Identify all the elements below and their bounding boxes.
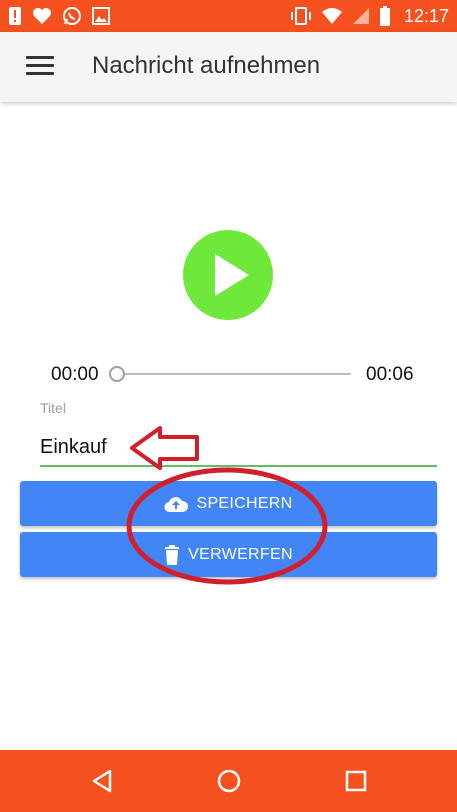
system-icons: 12:17: [290, 4, 449, 28]
title-label: Titel: [40, 400, 66, 416]
app-bar: Nachricht aufnehmen: [0, 32, 457, 102]
notification-icons: [8, 6, 110, 26]
back-icon[interactable]: [90, 768, 116, 794]
alert-icon: [8, 7, 22, 25]
title-underline: [40, 465, 437, 467]
whatsapp-icon: [62, 6, 82, 26]
discard-button[interactable]: VERWERFEN: [20, 532, 437, 577]
save-button[interactable]: SPEICHERN: [20, 481, 437, 526]
save-button-label: SPEICHERN: [196, 494, 293, 512]
seek-thumb[interactable]: [109, 366, 125, 382]
heart-icon: [32, 7, 52, 25]
status-bar: 12:17: [0, 0, 457, 32]
hamburger-menu-icon[interactable]: [26, 56, 54, 78]
home-icon[interactable]: [216, 768, 242, 794]
play-button[interactable]: [183, 230, 273, 320]
signal-icon: [352, 7, 370, 25]
annotation-overlay: [126, 426, 328, 585]
cloud-upload-icon: [164, 495, 189, 513]
page-title: Nachricht aufnehmen: [92, 52, 321, 79]
trash-icon: [164, 544, 180, 565]
vibrate-icon: [290, 6, 312, 26]
wifi-icon: [321, 7, 343, 25]
seek-bar[interactable]: [117, 373, 351, 375]
navigation-bar: [0, 750, 457, 812]
discard-button-label: VERWERFEN: [188, 545, 293, 563]
current-time: 00:00: [51, 364, 99, 385]
battery-icon: [379, 6, 391, 26]
duration-time: 00:06: [366, 364, 414, 385]
recents-icon[interactable]: [343, 768, 369, 794]
title-input[interactable]: [40, 430, 436, 464]
image-icon: [92, 7, 110, 25]
play-icon: [215, 254, 249, 296]
status-time: 12:17: [403, 5, 449, 26]
